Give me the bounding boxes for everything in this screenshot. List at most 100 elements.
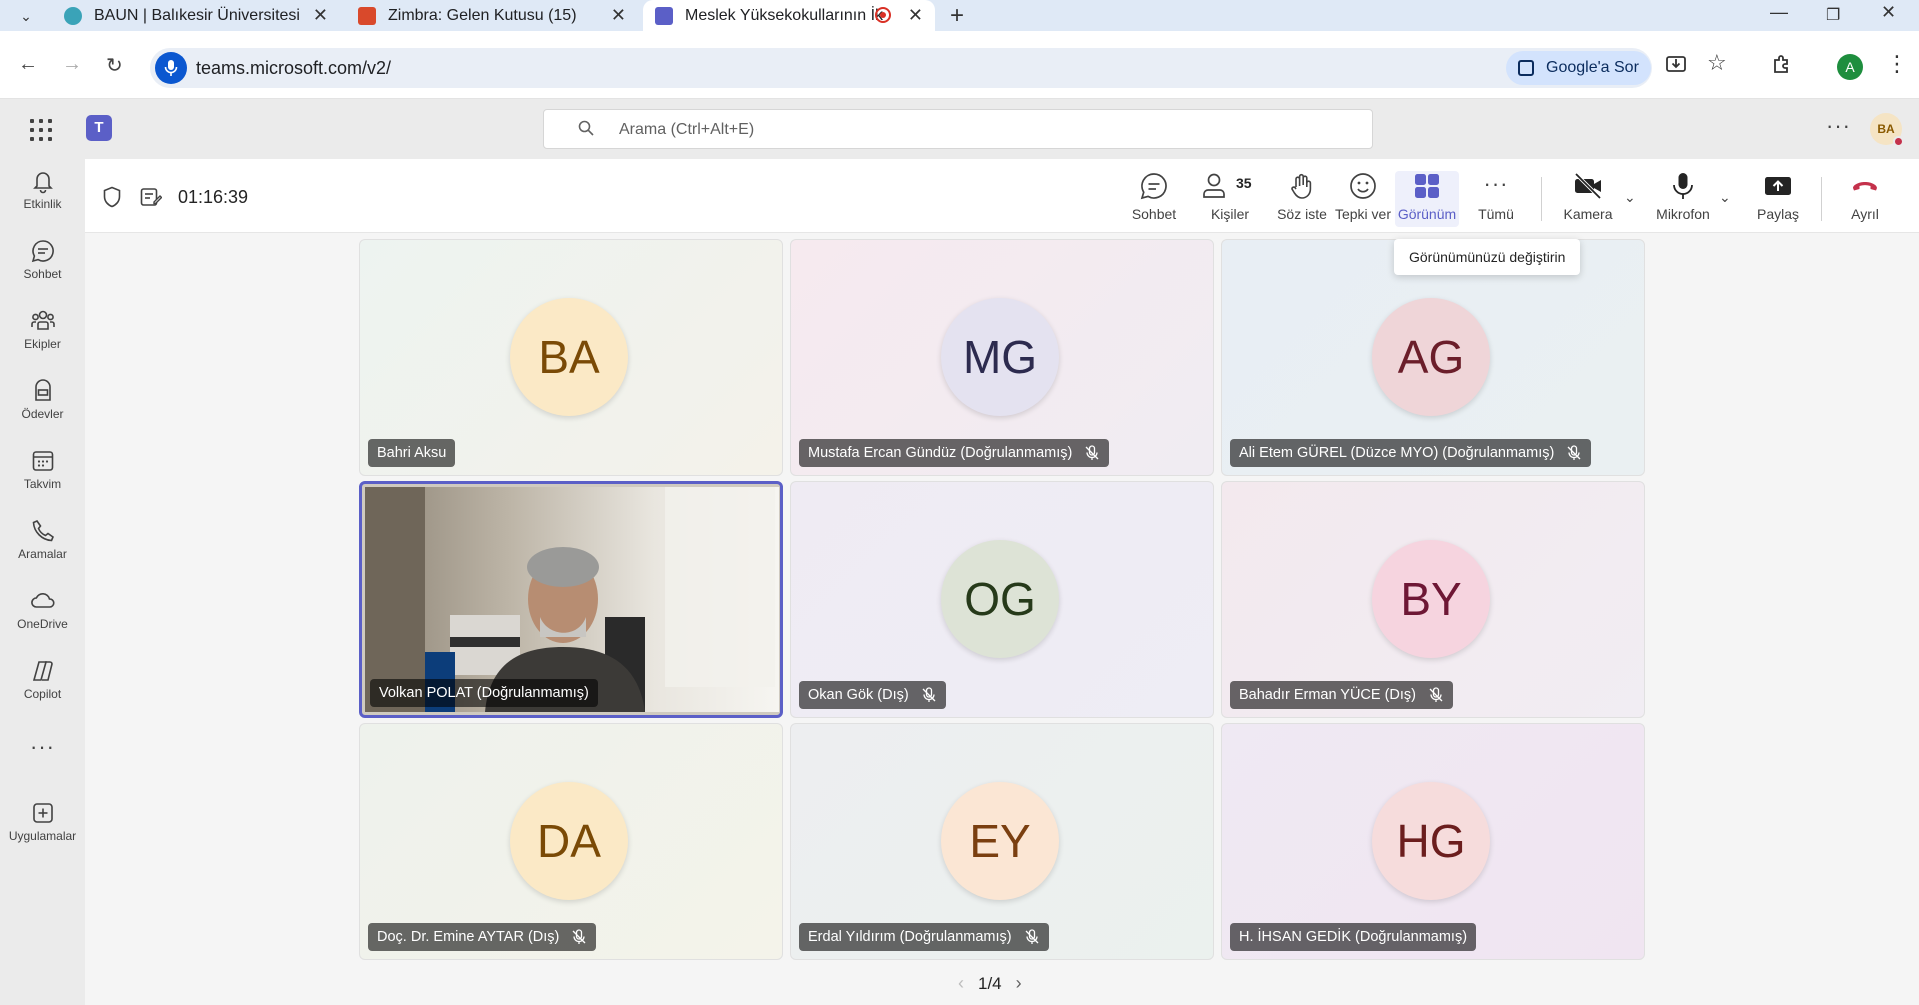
extensions-icon[interactable] — [1771, 53, 1793, 81]
browser-tab-teams[interactable]: Meslek Yüksekokullarının İk ✕ — [643, 0, 935, 31]
user-initials: BA — [1877, 122, 1895, 136]
people-icon — [1203, 173, 1225, 198]
browser-profile-avatar[interactable]: A — [1837, 54, 1863, 80]
address-bar[interactable]: teams.microsoft.com/v2/ Google'a Sor — [150, 48, 1652, 88]
browser-menu-icon[interactable]: ⋮ — [1886, 51, 1908, 77]
people-button[interactable]: 35 Kişiler — [1192, 171, 1268, 227]
app-launcher-icon[interactable] — [30, 119, 52, 141]
participant-tile[interactable]: HG H. İHSAN GEDİK (Doğrulanmamış) — [1221, 723, 1645, 960]
view-tooltip: Görünümünüzü değiştirin — [1394, 239, 1581, 275]
rail-item-teams[interactable]: Ekipler — [0, 307, 85, 369]
left-rail: Etkinlik Sohbet Ekipler Ödevler Takvim A… — [0, 159, 85, 1005]
bookmark-star-icon[interactable]: ☆ — [1707, 50, 1727, 76]
google-ask-button[interactable]: Google'a Sor — [1506, 51, 1651, 85]
mic-muted-icon — [572, 929, 586, 944]
participant-tile-video[interactable]: Volkan POLAT (Doğrulanmamış) — [359, 481, 783, 718]
microphone-button[interactable]: Mikrofon — [1650, 171, 1716, 227]
more-button[interactable]: ··· Tümü — [1467, 171, 1525, 227]
teams-logo-icon: T — [86, 115, 112, 141]
recording-indicator-icon — [875, 7, 891, 23]
mic-muted-icon — [1085, 445, 1099, 460]
participant-tile[interactable]: EY Erdal Yıldırım (Doğrulanmamış) — [790, 723, 1214, 960]
participant-name-text: Ali Etem GÜREL (Düzce MYO) (Doğrulanmamı… — [1239, 445, 1555, 461]
avatar: EY — [941, 782, 1059, 900]
participant-tile[interactable]: BY Bahadır Erman YÜCE (Dış) — [1221, 481, 1645, 718]
camera-label: Kamera — [1563, 206, 1613, 222]
reload-icon[interactable]: ↻ — [106, 53, 123, 78]
participant-name-text: Bahri Aksu — [377, 445, 447, 461]
tab-title: BAUN | Balıkesir Üniversitesi — [94, 6, 300, 24]
teams-header: T Arama (Ctrl+Alt+E) ··· BA — [0, 99, 1919, 159]
avatar: DA — [510, 782, 628, 900]
participant-name: Ali Etem GÜREL (Düzce MYO) (Doğrulanmamı… — [1230, 439, 1592, 467]
hang-up-icon — [1853, 182, 1877, 191]
participant-count: 35 — [1236, 175, 1252, 191]
toolbar-divider — [1821, 177, 1822, 221]
close-tab-icon[interactable]: ✕ — [313, 5, 328, 26]
avatar: OG — [941, 540, 1059, 658]
participant-name: Mustafa Ercan Gündüz (Doğrulanmamış) — [799, 439, 1110, 467]
avatar: BA — [510, 298, 628, 416]
close-tab-icon[interactable]: ✕ — [908, 5, 923, 26]
settings-more-icon[interactable]: ··· — [1826, 113, 1851, 139]
participant-tile[interactable]: OG Okan Gök (Dış) — [790, 481, 1214, 718]
new-tab-icon[interactable]: + — [950, 2, 964, 30]
rail-label: Copilot — [23, 687, 62, 701]
rail-item-copilot[interactable]: Copilot — [0, 657, 85, 719]
grid-view-icon — [1415, 174, 1439, 198]
participant-name-text: H. İHSAN GEDİK (Doğrulanmamış) — [1239, 929, 1468, 945]
search-input[interactable]: Arama (Ctrl+Alt+E) — [543, 109, 1373, 149]
tab-title: Zimbra: Gelen Kutusu (15) — [388, 6, 577, 24]
rail-label: Takvim — [23, 477, 62, 491]
install-app-icon[interactable] — [1665, 53, 1687, 81]
microphone-options-chevron-icon[interactable]: ⌄ — [1719, 189, 1731, 206]
close-window-icon[interactable]: ✕ — [1881, 2, 1896, 23]
participant-name-text: Doç. Dr. Emine AYTAR (Dış) — [377, 929, 560, 945]
chat-label: Sohbet — [1131, 206, 1177, 222]
next-page-icon[interactable]: › — [1016, 973, 1022, 994]
microphone-icon[interactable] — [155, 52, 187, 84]
participant-tile[interactable]: MG Mustafa Ercan Gündüz (Doğrulanmamış) — [790, 239, 1214, 476]
previous-page-icon[interactable]: ‹ — [958, 973, 964, 994]
teams-favicon-icon — [655, 6, 673, 25]
participant-tile[interactable]: BA Bahri Aksu — [359, 239, 783, 476]
rail-item-apps[interactable]: Uygulamalar — [0, 799, 85, 861]
chat-button[interactable]: Sohbet — [1121, 171, 1187, 227]
rail-item-chat[interactable]: Sohbet — [0, 237, 85, 299]
rail-item-calls[interactable]: Aramalar — [0, 517, 85, 579]
share-button[interactable]: Paylaş — [1749, 171, 1807, 227]
rail-item-assignments[interactable]: Ödevler — [0, 377, 85, 439]
restore-icon[interactable]: ❐ — [1826, 5, 1840, 25]
mic-muted-icon — [1567, 445, 1581, 460]
react-button[interactable]: Tepki ver — [1326, 171, 1400, 227]
shield-icon[interactable] — [102, 186, 122, 208]
tab-title: Meslek Yüksekokullarının İk — [685, 6, 884, 24]
view-button[interactable]: Görünüm — [1395, 171, 1459, 227]
browser-tab-baun[interactable]: BAUN | Balıkesir Üniversitesi ✕ — [50, 0, 340, 31]
page-indicator: 1/4 — [978, 973, 1002, 993]
participant-tile[interactable]: DA Doç. Dr. Emine AYTAR (Dış) — [359, 723, 783, 960]
avatar: MG — [941, 298, 1059, 416]
forward-icon[interactable]: → — [62, 53, 82, 76]
close-tab-icon[interactable]: ✕ — [611, 5, 626, 26]
browser-toolbar: ← → ↻ teams.microsoft.com/v2/ Google'a S… — [0, 31, 1919, 99]
rail-item-onedrive[interactable]: OneDrive — [0, 587, 85, 649]
tab-search-dropdown-icon[interactable]: ⌄ — [14, 5, 38, 27]
browser-tab-zimbra[interactable]: Zimbra: Gelen Kutusu (15) ✕ — [348, 0, 638, 31]
camera-options-chevron-icon[interactable]: ⌄ — [1624, 189, 1636, 206]
google-ask-label: Google'a Sor — [1546, 59, 1639, 76]
more-apps-icon[interactable]: ··· — [30, 734, 55, 760]
back-icon[interactable]: ← — [18, 53, 38, 76]
meeting-notes-icon[interactable] — [140, 187, 162, 207]
microphone-icon — [1673, 173, 1693, 199]
rail-item-calendar[interactable]: Takvim — [0, 447, 85, 509]
microphone-label: Mikrofon — [1656, 206, 1710, 222]
browser-tab-strip: ⌄ BAUN | Balıkesir Üniversitesi ✕ Zimbra… — [0, 0, 1919, 31]
share-label: Paylaş — [1756, 206, 1800, 222]
rail-item-activity[interactable]: Etkinlik — [0, 167, 85, 229]
leave-button[interactable]: Ayrıl — [1837, 171, 1893, 227]
camera-button[interactable]: Kamera — [1558, 171, 1618, 227]
minimize-icon[interactable]: — — [1770, 2, 1788, 23]
meeting-timer: 01:16:39 — [178, 187, 249, 207]
user-avatar[interactable]: BA — [1870, 113, 1904, 147]
